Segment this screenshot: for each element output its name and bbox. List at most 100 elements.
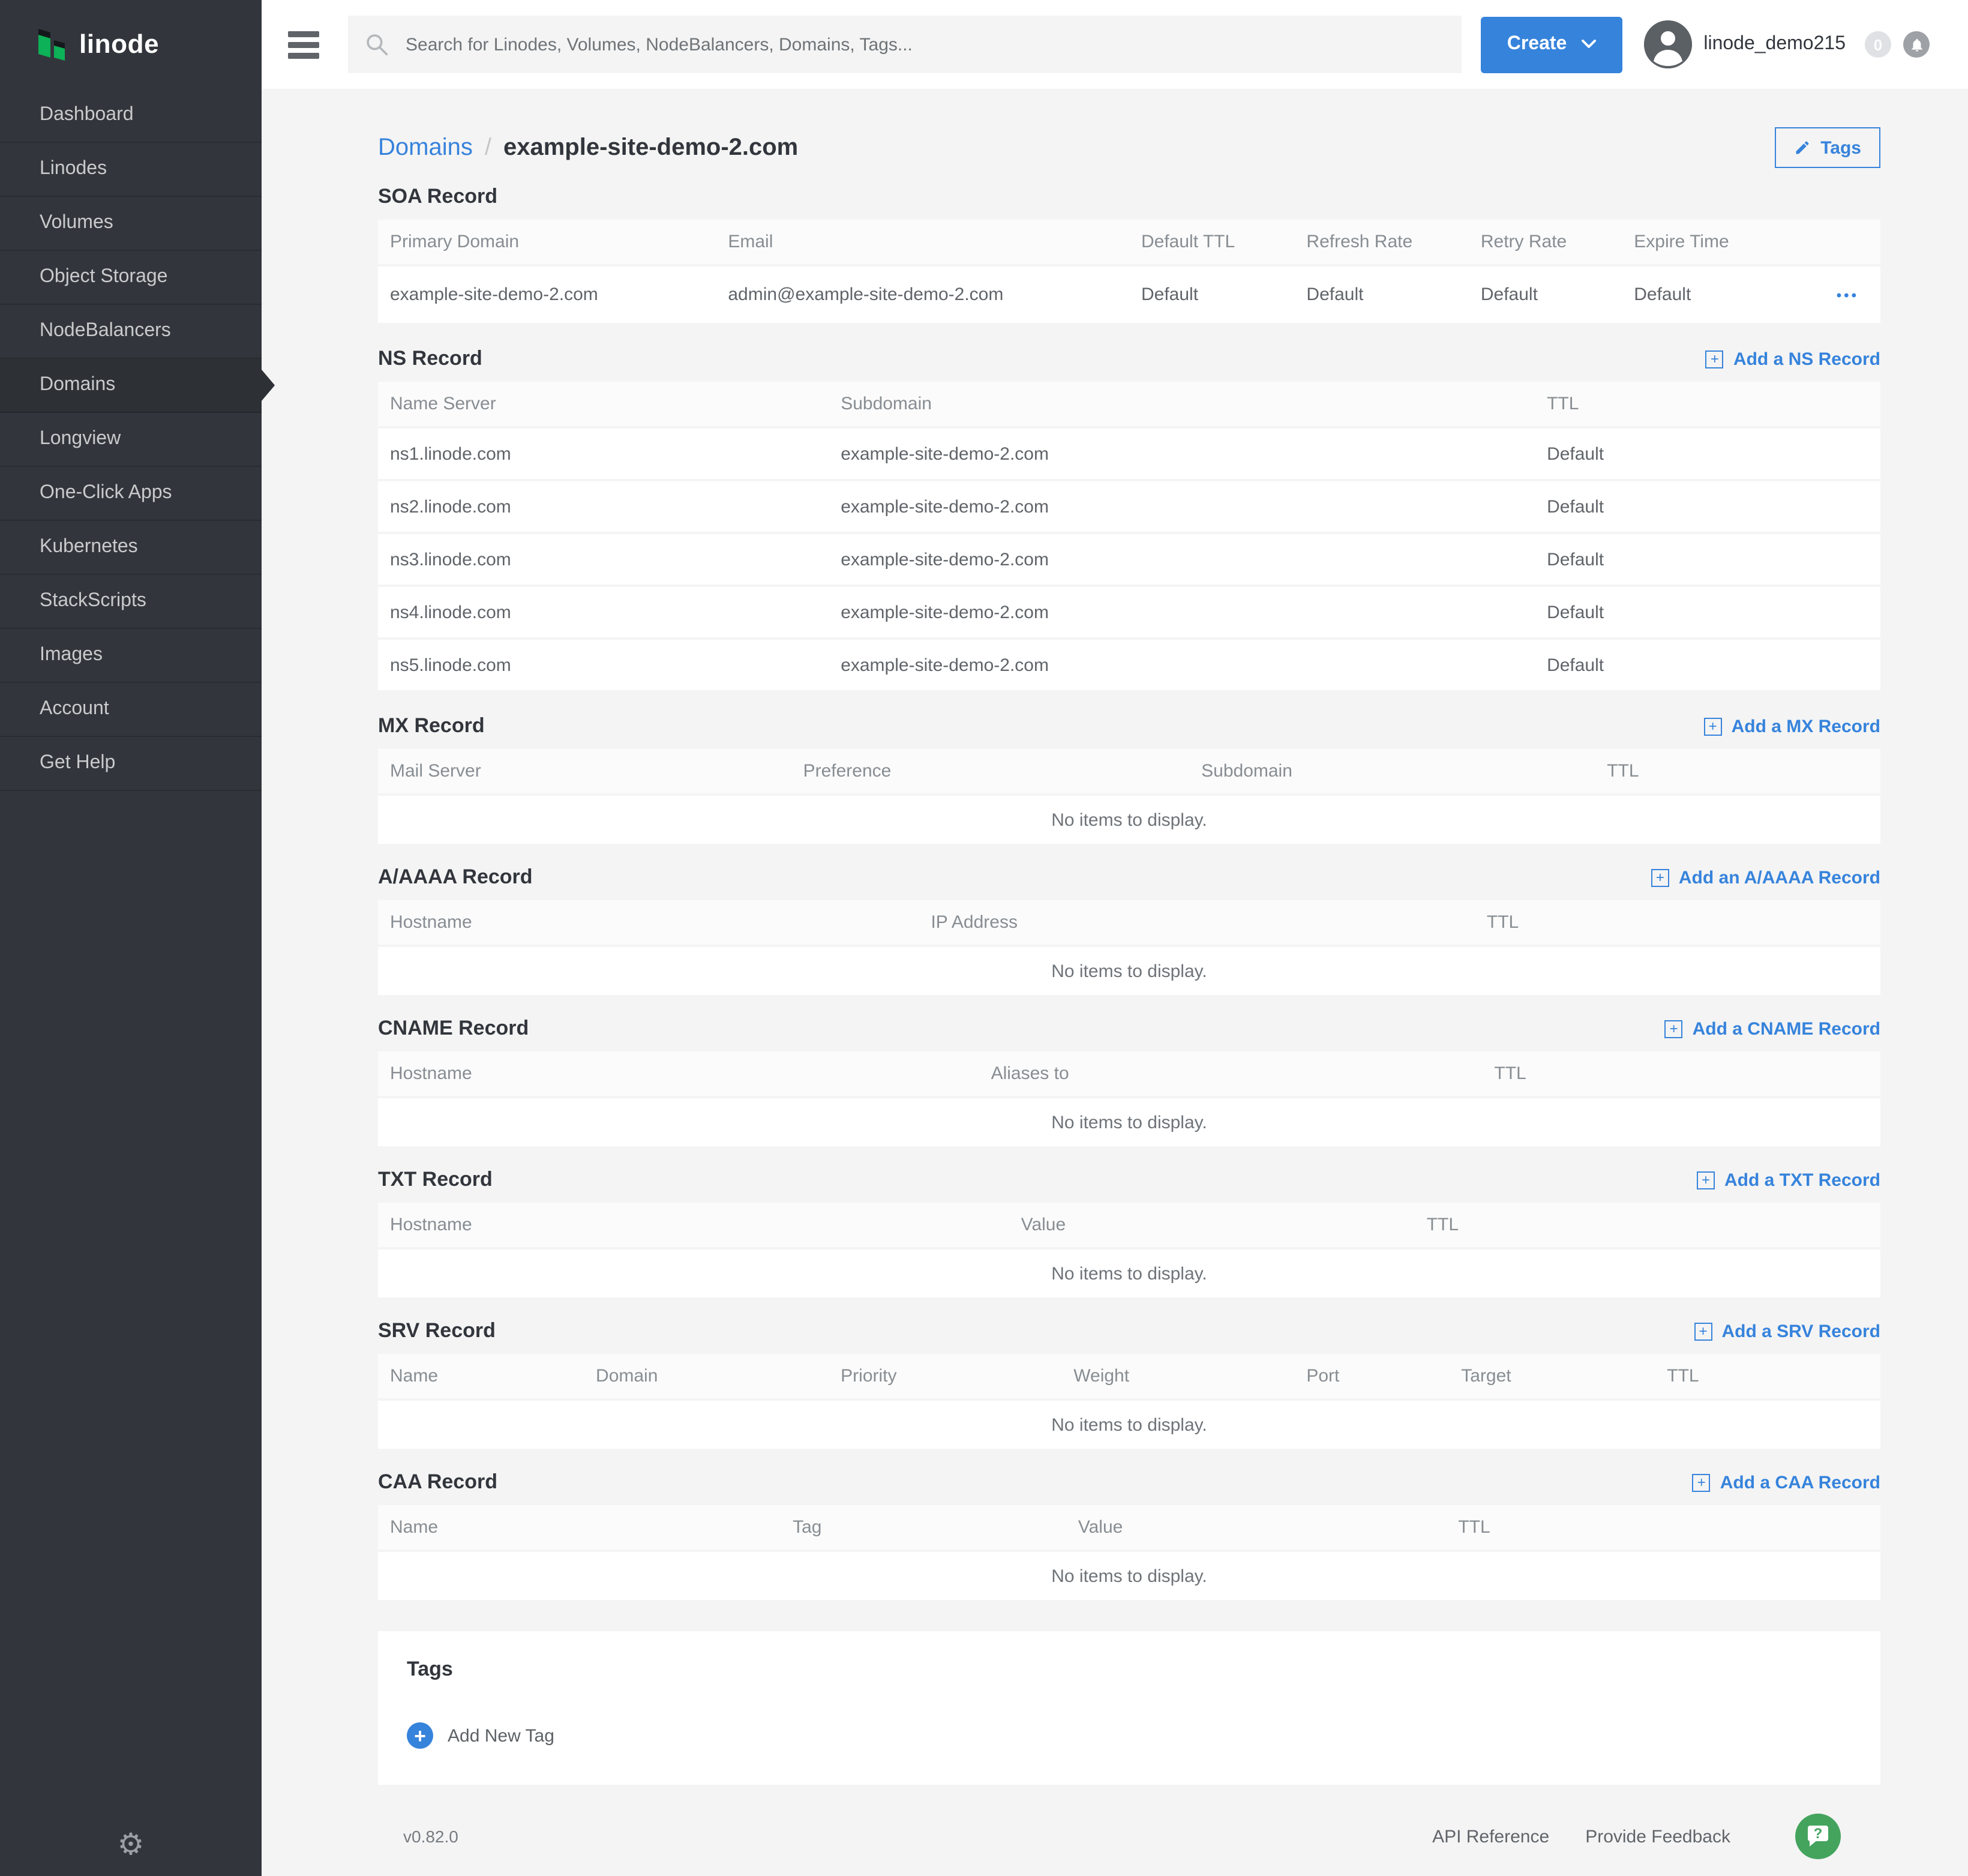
row-actions-ellipsis-icon[interactable]: •••	[1837, 286, 1859, 303]
sidebar-item-object-storage[interactable]: Object Storage	[0, 251, 262, 305]
help-chat-bubble-icon[interactable]: ?	[1795, 1814, 1841, 1859]
sidebar-item-one-click-apps[interactable]: One-Click Apps	[0, 467, 262, 521]
sidebar-item-account[interactable]: Account	[0, 683, 262, 737]
linode-logo[interactable]: linode	[0, 0, 262, 89]
add-txt-record-link[interactable]: + Add a TXT Record	[1697, 1170, 1880, 1190]
srv-section-head: SRV Record + Add a SRV Record	[378, 1319, 1880, 1343]
main-column: Create linode_demo215 0	[262, 0, 1968, 1876]
add-ns-record-link[interactable]: + Add a NS Record	[1706, 349, 1880, 369]
add-srv-record-link[interactable]: + Add a SRV Record	[1694, 1321, 1880, 1341]
cname-empty-state: No items to display.	[378, 1098, 1880, 1146]
footer: v0.82.0 API Reference Provide Feedback ?	[378, 1792, 1880, 1876]
sidebar-item-label: Object Storage	[40, 266, 167, 288]
plus-square-icon: +	[1697, 1171, 1715, 1189]
plus-square-icon: +	[1665, 1020, 1683, 1038]
plus-square-icon: +	[1706, 350, 1724, 368]
column-header: Name Server	[378, 394, 829, 414]
notifications-bell-icon[interactable]	[1903, 31, 1930, 58]
sidebar-item-label: Domains	[40, 374, 115, 396]
breadcrumb-domains-link[interactable]: Domains	[378, 134, 473, 161]
column-header: Default TTL	[1129, 232, 1294, 252]
sidebar-item-volumes[interactable]: Volumes	[0, 197, 262, 251]
chevron-down-icon	[1581, 40, 1595, 49]
provide-feedback-link[interactable]: Provide Feedback	[1585, 1826, 1730, 1847]
soa-table-row: example-site-demo-2.com admin@example-si…	[378, 266, 1880, 325]
column-header: Preference	[791, 761, 1190, 781]
add-caa-record-link[interactable]: + Add a CAA Record	[1693, 1472, 1880, 1493]
srv-table-header: Name Domain Priority Weight Port Target …	[378, 1354, 1880, 1401]
sidebar-item-label: NodeBalancers	[40, 320, 171, 342]
footer-links: API Reference Provide Feedback ?	[1432, 1814, 1841, 1859]
caa-section-title: CAA Record	[378, 1470, 497, 1494]
column-header: Tag	[781, 1517, 1066, 1538]
add-cname-record-label: Add a CNAME Record	[1693, 1018, 1880, 1039]
cname-table-header: Hostname Aliases to TTL	[378, 1051, 1880, 1098]
soa-section-title: SOA Record	[378, 185, 497, 209]
a-aaaa-table: Hostname IP Address TTL No items to disp…	[378, 900, 1880, 995]
column-header: Target	[1449, 1366, 1655, 1386]
notification-count-badge[interactable]: 0	[1865, 31, 1891, 58]
api-reference-link[interactable]: API Reference	[1432, 1826, 1549, 1847]
column-header: Value	[1009, 1215, 1415, 1235]
add-cname-record-link[interactable]: + Add a CNAME Record	[1665, 1018, 1880, 1039]
srv-table: Name Domain Priority Weight Port Target …	[378, 1354, 1880, 1449]
ns-section-head: NS Record + Add a NS Record	[378, 347, 1880, 371]
sidebar-item-label: Longview	[40, 428, 121, 450]
ns-ttl: Default	[1535, 496, 1880, 517]
sidebar-item-label: Account	[40, 699, 109, 720]
column-header: Mail Server	[378, 761, 791, 781]
edit-tags-button[interactable]: Tags	[1775, 127, 1880, 168]
column-header: Refresh Rate	[1294, 232, 1468, 252]
add-mx-record-link[interactable]: + Add a MX Record	[1704, 716, 1880, 736]
sidebar-item-images[interactable]: Images	[0, 629, 262, 683]
sidebar-item-label: Images	[40, 645, 103, 666]
soa-default-ttl: Default	[1129, 284, 1294, 305]
add-a-aaaa-record-link[interactable]: + Add an A/AAAA Record	[1651, 867, 1880, 888]
column-header: Subdomain	[829, 394, 1535, 414]
plus-square-icon: +	[1651, 868, 1669, 886]
column-header: Retry Rate	[1469, 232, 1622, 252]
ns-ttl: Default	[1535, 655, 1880, 675]
settings-gear-icon[interactable]: ⚙	[118, 1829, 145, 1859]
sidebar-item-get-help[interactable]: Get Help	[0, 737, 262, 791]
sidebar-item-label: Get Help	[40, 753, 115, 774]
app-root: linode Dashboard Linodes Volumes Object …	[0, 0, 1968, 1876]
column-header: Name	[378, 1366, 584, 1386]
column-header: TTL	[1415, 1215, 1880, 1235]
column-header: TTL	[1535, 394, 1880, 414]
ns-table-row: ns3.linode.com example-site-demo-2.com D…	[378, 534, 1880, 587]
user-menu[interactable]: linode_demo215	[1643, 20, 1846, 68]
sidebar-item-longview[interactable]: Longview	[0, 413, 262, 467]
column-header: TTL	[1446, 1517, 1880, 1538]
a-aaaa-table-header: Hostname IP Address TTL	[378, 900, 1880, 947]
sidebar-item-dashboard[interactable]: Dashboard	[0, 89, 262, 143]
txt-table-header: Hostname Value TTL	[378, 1203, 1880, 1249]
sidebar-item-label: Linodes	[40, 158, 107, 180]
sidebar-item-domains[interactable]: Domains	[0, 359, 262, 413]
breadcrumb-row: Domains / example-site-demo-2.com Tags	[378, 127, 1880, 168]
create-button[interactable]: Create	[1481, 16, 1622, 73]
sidebar-item-linodes[interactable]: Linodes	[0, 143, 262, 197]
column-header: Weight	[1061, 1366, 1294, 1386]
column-header: Hostname	[378, 1215, 1009, 1235]
ns-name-server: ns1.linode.com	[378, 443, 829, 464]
add-new-tag-button[interactable]: + Add New Tag	[407, 1722, 1852, 1749]
menu-icon[interactable]	[288, 31, 319, 58]
column-header: Hostname	[378, 912, 919, 933]
sidebar-item-nodebalancers[interactable]: NodeBalancers	[0, 305, 262, 359]
column-header: Value	[1066, 1517, 1447, 1538]
column-header: TTL	[1655, 1366, 1880, 1386]
plus-square-icon: +	[1694, 1322, 1712, 1340]
plus-square-icon: +	[1704, 717, 1722, 735]
column-header: Primary Domain	[378, 232, 716, 252]
caa-table: Name Tag Value TTL No items to display.	[378, 1505, 1880, 1600]
column-header: Priority	[829, 1366, 1061, 1386]
search-input[interactable]	[403, 33, 1445, 56]
soa-table: Primary Domain Email Default TTL Refresh…	[378, 220, 1880, 325]
caa-section-head: CAA Record + Add a CAA Record	[378, 1470, 1880, 1494]
sidebar-item-stackscripts[interactable]: StackScripts	[0, 575, 262, 629]
sidebar-item-kubernetes[interactable]: Kubernetes	[0, 521, 262, 575]
page-title: example-site-demo-2.com	[503, 134, 798, 161]
a-aaaa-section-title: A/AAAA Record	[378, 865, 533, 889]
sidebar-item-label: StackScripts	[40, 591, 146, 612]
